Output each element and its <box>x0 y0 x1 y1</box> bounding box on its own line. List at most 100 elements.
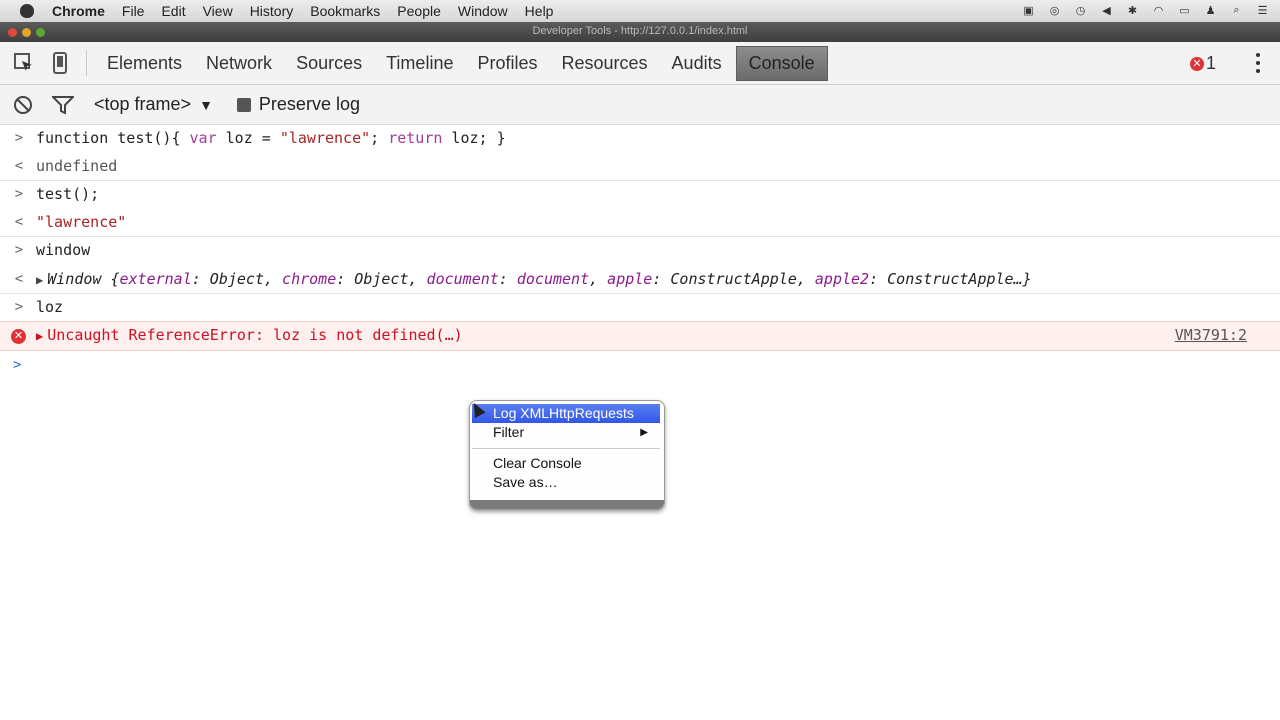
object-value: Object <box>354 269 409 288</box>
preserve-log-label: Preserve log <box>258 94 360 114</box>
code-text: loz <box>36 297 64 316</box>
input-prompt-icon: > <box>14 186 24 202</box>
tab-timeline[interactable]: Timeline <box>386 47 453 80</box>
menu-status-area: ▣ ◎ ◷ ◀ ✱ ◠ ▭ ♟ ⌕ ☰ <box>1021 3 1270 17</box>
tab-sources[interactable]: Sources <box>296 47 362 80</box>
inspect-element-icon[interactable] <box>12 51 36 75</box>
console-output: > function test(){ var loz = "lawrence";… <box>0 125 1280 379</box>
user-icon[interactable]: ♟ <box>1203 3 1218 17</box>
code-text: window <box>36 241 91 259</box>
object-comma: , <box>796 269 815 288</box>
console-result-row[interactable]: < ▶ Window {external: Object, chrome: Obj… <box>0 265 1280 294</box>
preserve-log-checkbox[interactable] <box>236 97 251 112</box>
console-error-row[interactable]: ✕ ▶ Uncaught ReferenceError: loz is not d… <box>0 321 1280 351</box>
object-key: document <box>426 269 499 288</box>
menu-window[interactable]: Window <box>458 3 508 19</box>
input-prompt-icon: > <box>14 242 24 258</box>
object-colon: : <box>191 269 210 288</box>
object-colon: : <box>498 269 517 288</box>
error-counter[interactable]: ✕ 1 <box>1189 53 1216 74</box>
menu-separator <box>472 448 660 449</box>
object-comma: , <box>408 269 427 288</box>
tab-audits[interactable]: Audits <box>672 47 722 80</box>
menu-item-filter[interactable]: Filter ▶ <box>472 423 660 442</box>
object-value: ConstructApple…} <box>887 269 1032 288</box>
result-value: "lawrence" <box>36 212 127 231</box>
tab-network[interactable]: Network <box>206 47 272 80</box>
notification-center-icon[interactable]: ☰ <box>1255 3 1270 17</box>
dropdown-arrow-icon: ▼ <box>199 96 213 113</box>
object-comma: , <box>589 269 608 288</box>
time-machine-icon[interactable]: ◷ <box>1073 3 1088 17</box>
code-text: loz; } <box>442 129 506 147</box>
console-input-row: > test(); <box>0 181 1280 209</box>
wifi-icon[interactable]: ◠ <box>1151 3 1166 17</box>
volume-icon[interactable]: ◀ <box>1099 3 1114 17</box>
more-options-icon[interactable] <box>1256 53 1262 73</box>
menu-history[interactable]: History <box>250 3 294 19</box>
console-input-row: > loz <box>0 294 1280 322</box>
device-mode-icon[interactable] <box>48 51 72 75</box>
object-key: external <box>119 269 192 288</box>
expand-triangle-icon[interactable]: ▶ <box>36 329 43 343</box>
error-source-link[interactable]: VM3791:2 <box>1175 322 1247 350</box>
menu-item-filter-label: Filter <box>493 424 525 440</box>
code-keyword: var <box>189 129 217 147</box>
code-text: function test(){ <box>36 129 190 147</box>
result-arrow-icon: < <box>14 270 24 287</box>
tab-console[interactable]: Console <box>735 45 828 81</box>
console-filter-bar: <top frame> ▼ Preserve log <box>0 85 1280 125</box>
toolbar-divider <box>86 50 87 76</box>
expand-triangle-icon[interactable]: ▶ <box>36 273 43 287</box>
context-selector[interactable]: <top frame> ▼ <box>94 94 213 115</box>
menu-file[interactable]: File <box>122 3 145 19</box>
object-prefix: Window { <box>47 269 120 288</box>
input-prompt-icon: > <box>14 298 24 315</box>
menu-edit[interactable]: Edit <box>161 3 185 19</box>
object-key: apple2 <box>814 269 870 288</box>
code-text: loz = <box>216 129 280 147</box>
tab-profiles[interactable]: Profiles <box>477 47 537 80</box>
tab-resources[interactable]: Resources <box>562 47 648 80</box>
result-value: undefined <box>36 156 118 175</box>
code-keyword: return <box>388 129 443 147</box>
result-arrow-icon: < <box>14 213 24 230</box>
menu-item-save-as[interactable]: Save as… <box>472 473 660 492</box>
menu-bottom-edge <box>470 500 664 509</box>
error-icon: ✕ <box>11 329 26 344</box>
battery-icon[interactable]: ▭ <box>1177 3 1192 17</box>
menu-chrome[interactable]: Chrome <box>52 3 105 19</box>
object-value: document <box>516 269 590 288</box>
object-comma: , <box>263 269 283 288</box>
spotlight-icon[interactable]: ⌕ <box>1229 3 1244 17</box>
tab-elements[interactable]: Elements <box>107 47 182 80</box>
menu-people[interactable]: People <box>397 3 441 19</box>
camera-icon[interactable]: ▣ <box>1021 3 1036 17</box>
console-result-row: < undefined <box>0 153 1280 181</box>
console-context-menu: Log XMLHttpRequests Filter ▶ Clear Conso… <box>469 400 665 510</box>
devtools-toolbar: Elements Network Sources Timeline Profil… <box>0 42 1280 85</box>
menu-item-log-xhr[interactable]: Log XMLHttpRequests <box>472 404 660 423</box>
menu-bookmarks[interactable]: Bookmarks <box>310 3 380 19</box>
prompt-chevron-icon: > <box>13 356 22 373</box>
result-arrow-icon: < <box>14 157 24 174</box>
menu-help[interactable]: Help <box>525 3 554 19</box>
input-prompt-icon: > <box>14 130 24 146</box>
code-text: ; <box>370 129 389 147</box>
sync-icon[interactable]: ◎ <box>1047 3 1062 17</box>
menu-view[interactable]: View <box>203 3 233 19</box>
object-key: chrome <box>282 269 337 288</box>
filter-icon[interactable] <box>52 94 74 116</box>
bluetooth-icon[interactable]: ✱ <box>1125 3 1140 17</box>
clear-console-icon[interactable] <box>12 94 34 116</box>
code-text: test(); <box>36 185 100 203</box>
submenu-arrow-icon: ▶ <box>640 427 648 438</box>
object-colon: : <box>869 269 888 288</box>
object-value: ConstructApple <box>670 269 797 288</box>
console-prompt[interactable]: > <box>0 351 1280 379</box>
window-title-bar: Developer Tools - http://127.0.0.1/index… <box>0 22 1280 42</box>
object-colon: : <box>652 269 671 288</box>
menu-item-clear-console[interactable]: Clear Console <box>472 454 660 473</box>
apple-menu-icon[interactable] <box>20 4 34 18</box>
error-icon: ✕ <box>1189 56 1204 71</box>
